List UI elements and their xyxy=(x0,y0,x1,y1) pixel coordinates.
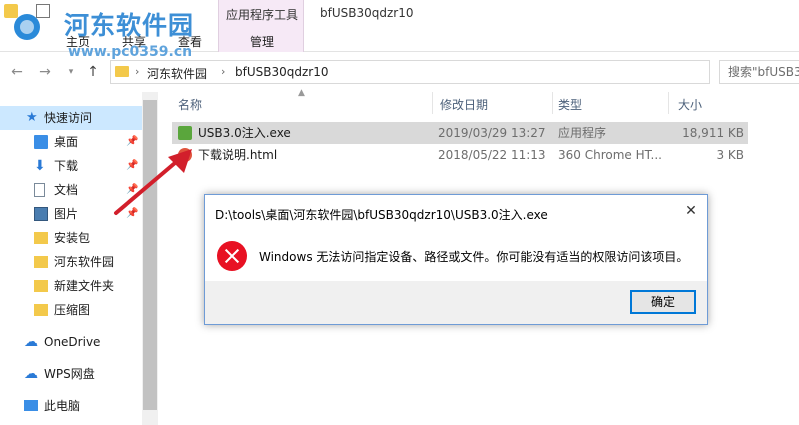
up-arrow-icon[interactable]: ↑ xyxy=(84,62,102,82)
column-header-modified[interactable]: 修改日期 xyxy=(440,96,488,113)
dialog-footer: 确定 xyxy=(205,281,707,324)
checkbox-icon[interactable] xyxy=(36,4,50,18)
file-type: 应用程序 xyxy=(558,126,607,140)
sidebar-item-label: WPS网盘 xyxy=(44,367,95,381)
picture-icon xyxy=(34,207,48,221)
file-size: 18,911 KB xyxy=(682,126,744,140)
logo-icon xyxy=(14,14,40,40)
column-header-size[interactable]: 大小 xyxy=(678,96,702,113)
folder-icon xyxy=(34,232,48,244)
sidebar-item-label: 此电脑 xyxy=(44,399,81,413)
sidebar-item-label: 文档 xyxy=(54,183,79,197)
dialog-title: D:\tools\桌面\河东软件园\bfUSB30qdzr10\USB3.0注入… xyxy=(215,208,548,222)
sidebar-item-quick-access[interactable]: ★ 快速访问 xyxy=(0,106,142,130)
file-size: 3 KB xyxy=(716,148,744,162)
column-divider[interactable] xyxy=(668,92,669,114)
navigation-row: ← → ▾ ↑ › 河东软件园 › bfUSB30qdzr10 搜索"bfUSB… xyxy=(0,56,799,88)
file-name: USB3.0注入.exe xyxy=(198,126,291,140)
document-icon xyxy=(34,183,45,197)
dialog-message: Windows 无法访问指定设备、路径或文件。你可能没有适当的权限访问该项目。 xyxy=(259,250,689,264)
chevron-right-icon: › xyxy=(135,65,140,78)
address-bar[interactable]: › 河东软件园 › bfUSB30qdzr10 xyxy=(110,60,710,84)
back-arrow-icon[interactable]: ← xyxy=(8,62,26,82)
annotation-arrow-icon xyxy=(114,149,192,215)
sidebar-item-label: 下载 xyxy=(54,159,79,173)
file-type: 360 Chrome HT... xyxy=(558,148,662,162)
sidebar-item-folder[interactable]: 新建文件夹 xyxy=(0,274,142,298)
error-icon xyxy=(217,241,247,271)
navigation-pane: ★ 快速访问 桌面 📌 ⬇ 下载 📌 文档 📌 图片 📌 安装包 河东软件园 新… xyxy=(0,92,158,425)
file-modified: 2019/03/29 13:27 xyxy=(438,126,546,140)
sidebar-item-label: 快速访问 xyxy=(44,111,93,125)
context-tab-group: 应用程序工具 管理 xyxy=(218,0,304,52)
download-icon: ⬇ xyxy=(34,158,46,174)
sidebar-item-label: 安装包 xyxy=(54,231,91,245)
folder-icon xyxy=(34,304,48,316)
close-icon[interactable]: ✕ xyxy=(679,201,703,221)
sidebar-item-this-pc[interactable]: 此电脑 xyxy=(0,394,142,418)
tab-manage[interactable]: 管理 xyxy=(219,33,305,50)
sidebar-item-label: 桌面 xyxy=(54,135,79,149)
breadcrumb-item[interactable]: bfUSB30qdzr10 xyxy=(235,65,328,79)
sort-up-icon: ▲ xyxy=(298,88,305,98)
chevron-right-icon[interactable]: › xyxy=(221,65,225,78)
sidebar-item-onedrive[interactable]: ☁ OneDrive xyxy=(0,330,142,354)
sidebar-item-wps-cloud[interactable]: ☁ WPS网盘 xyxy=(0,362,142,386)
desktop-icon xyxy=(34,135,48,149)
exe-icon xyxy=(178,126,192,140)
table-row[interactable]: 下载说明.html 2018/05/22 11:13 360 Chrome HT… xyxy=(172,144,748,166)
sidebar-item-folder[interactable]: 压缩图 xyxy=(0,298,142,322)
star-icon: ★ xyxy=(26,110,38,125)
ok-button[interactable]: 确定 xyxy=(630,290,696,314)
cloud-icon: ☁ xyxy=(24,366,38,382)
column-divider[interactable] xyxy=(552,92,553,114)
error-dialog: D:\tools\桌面\河东软件园\bfUSB30qdzr10\USB3.0注入… xyxy=(204,194,708,325)
column-header-name[interactable]: 名称 xyxy=(178,96,202,113)
file-modified: 2018/05/22 11:13 xyxy=(438,148,546,162)
sidebar-item-label: 图片 xyxy=(54,207,79,221)
dialog-body: Windows 无法访问指定设备、路径或文件。你可能没有适当的权限访问该项目。 xyxy=(205,231,707,281)
sidebar-item-folder[interactable]: 安装包 xyxy=(0,226,142,250)
column-divider[interactable] xyxy=(432,92,433,114)
sidebar-item-folder[interactable]: 河东软件园 xyxy=(0,250,142,274)
context-group-title: 应用程序工具 xyxy=(225,8,298,22)
folder-icon xyxy=(34,280,48,292)
computer-icon xyxy=(24,400,38,411)
recent-chevron-icon[interactable]: ▾ xyxy=(62,62,80,82)
breadcrumb-item[interactable]: 河东软件园 xyxy=(147,65,207,82)
search-input[interactable]: 搜索"bfUSB30 xyxy=(719,60,799,84)
file-name: 下载说明.html xyxy=(198,148,278,162)
window-title: bfUSB30qdzr10 xyxy=(320,6,414,20)
folder-icon[interactable] xyxy=(4,4,18,18)
sidebar-item-label: 压缩图 xyxy=(54,303,91,317)
folder-icon xyxy=(34,256,48,268)
sidebar-item-label: OneDrive xyxy=(44,335,101,349)
sidebar-item-label: 新建文件夹 xyxy=(54,279,115,293)
sidebar-item-label: 河东软件园 xyxy=(54,255,115,269)
table-row[interactable]: USB3.0注入.exe 2019/03/29 13:27 应用程序 18,91… xyxy=(172,122,748,144)
cloud-icon: ☁ xyxy=(24,334,38,350)
column-header-type[interactable]: 类型 xyxy=(558,96,582,113)
folder-icon xyxy=(115,66,129,77)
forward-arrow-icon[interactable]: → xyxy=(36,62,54,82)
